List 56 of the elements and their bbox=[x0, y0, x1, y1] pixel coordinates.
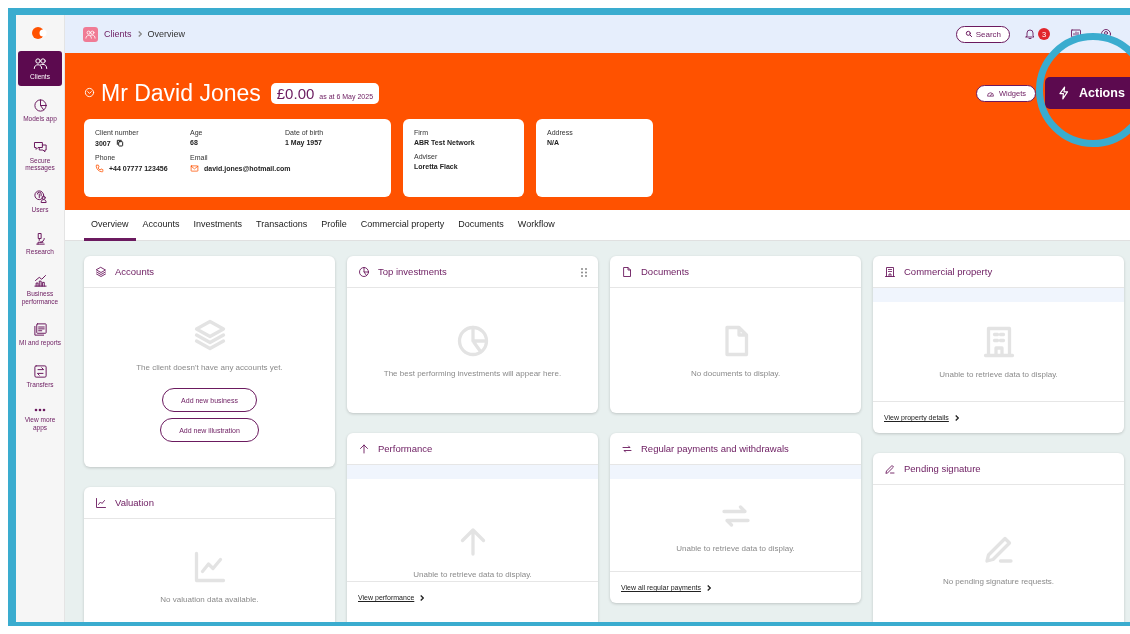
widget-title: Regular payments and withdrawals bbox=[641, 443, 790, 454]
client-name: Mr David Jones bbox=[101, 79, 261, 107]
widget-title: Performance bbox=[378, 443, 434, 454]
app-icon bbox=[32, 56, 48, 71]
app-icon bbox=[32, 139, 48, 155]
empty-message: The best performing investments will appear here. bbox=[383, 369, 562, 378]
tab[interactable]: Profile bbox=[314, 210, 354, 241]
widget-title: Commercial property bbox=[904, 266, 994, 277]
app-icon bbox=[32, 322, 48, 338]
lightning-icon bbox=[1057, 86, 1071, 100]
empty-message: No pending signature requests. bbox=[942, 576, 1055, 586]
widget-icon bbox=[358, 265, 370, 278]
widget-icon bbox=[884, 265, 896, 278]
widget-title: Pending signature bbox=[904, 463, 982, 474]
widget-icon bbox=[358, 442, 370, 455]
widget-icon bbox=[884, 462, 896, 475]
tab[interactable]: Transactions bbox=[249, 210, 315, 241]
widget-icon bbox=[621, 442, 633, 455]
widget-title: Documents bbox=[641, 266, 691, 277]
empty-message: Unable to retrieve data to display. bbox=[676, 543, 795, 553]
app-icon bbox=[32, 364, 48, 380]
app-icon bbox=[32, 189, 48, 205]
search-button[interactable]: Search bbox=[955, 25, 1010, 43]
widget-title: Valuation bbox=[115, 497, 155, 508]
app-icon bbox=[32, 272, 48, 288]
copy-icon[interactable] bbox=[115, 139, 124, 147]
empty-message: The client doesn't have any accounts yet. bbox=[136, 363, 283, 372]
widget-title: Top investments bbox=[378, 266, 448, 277]
empty-message: Unable to retrieve data to display. bbox=[413, 570, 532, 579]
widget-icon bbox=[621, 265, 633, 278]
bell-icon bbox=[1024, 28, 1036, 40]
logo-icon bbox=[32, 27, 48, 39]
app-icon bbox=[32, 97, 48, 113]
email-icon bbox=[190, 164, 199, 173]
empty-message: No documents to display. bbox=[690, 369, 781, 378]
widget-icon bbox=[95, 265, 107, 278]
chevron-icon bbox=[954, 414, 959, 421]
widget-icon bbox=[95, 496, 107, 509]
phone-icon bbox=[95, 164, 104, 173]
report-icon bbox=[1070, 28, 1082, 40]
tab[interactable]: Accounts bbox=[135, 210, 187, 241]
tab[interactable]: Documents bbox=[451, 210, 511, 241]
clients-icon bbox=[83, 26, 98, 42]
tab[interactable]: Commercial property bbox=[353, 210, 452, 241]
chevron-icon bbox=[137, 31, 142, 37]
chevron-icon bbox=[707, 584, 712, 591]
breadcrumb-current: Overview bbox=[147, 29, 186, 39]
empty-message: Unable to retrieve data to display. bbox=[939, 370, 1058, 379]
actions-button[interactable]: Actions bbox=[1045, 77, 1130, 109]
widget-title: Accounts bbox=[115, 266, 156, 277]
tab[interactable]: Workflow bbox=[510, 210, 562, 241]
empty-message: No valuation data available. bbox=[160, 595, 259, 604]
tab[interactable]: Investments bbox=[186, 210, 250, 241]
search-icon bbox=[964, 30, 973, 38]
breadcrumb-link[interactable]: Clients bbox=[104, 29, 132, 39]
chevron-icon bbox=[420, 594, 425, 601]
